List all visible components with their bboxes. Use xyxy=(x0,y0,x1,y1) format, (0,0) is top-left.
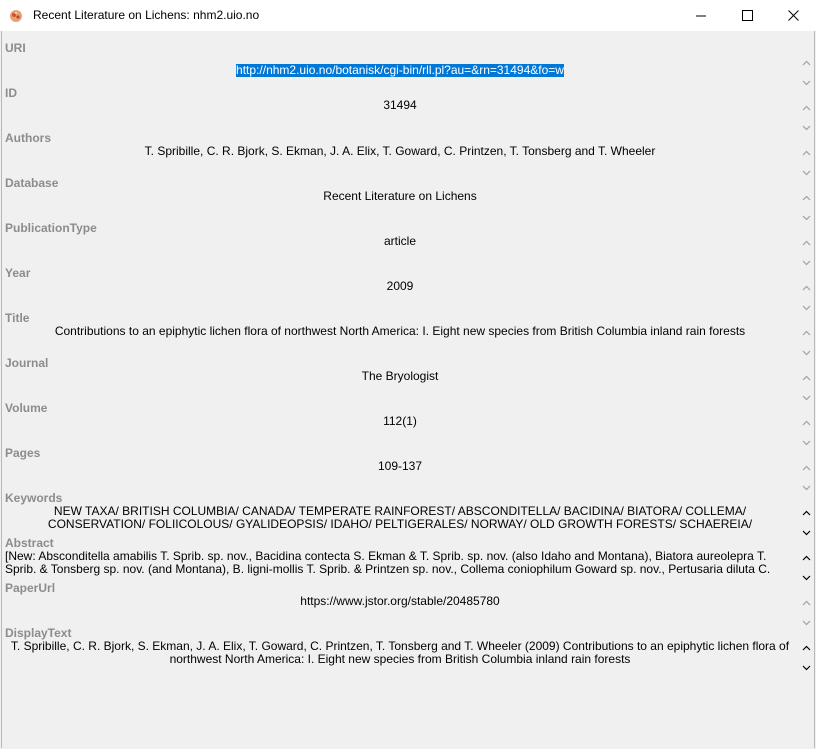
scroll-spinner[interactable] xyxy=(800,195,812,221)
field-keywords: Keywords NEW TAXA/ BRITISH COLUMBIA/ CAN… xyxy=(2,491,816,536)
field-label: URI xyxy=(5,41,26,55)
field-value[interactable]: 2009 xyxy=(5,280,795,293)
field-publication-type: PublicationType article xyxy=(2,221,816,266)
minimize-button[interactable] xyxy=(678,0,724,31)
field-value[interactable]: https://www.jstor.org/stable/20485780 xyxy=(5,595,795,608)
chevron-up-icon xyxy=(802,150,810,156)
field-value[interactable]: Contributions to an epiphytic lichen flo… xyxy=(5,325,795,338)
close-icon xyxy=(787,10,799,21)
chevron-up-icon xyxy=(802,600,810,606)
selected-text: http://nhm2.uio.no/botanisk/cgi-bin/rll.… xyxy=(236,64,564,77)
field-label: Keywords xyxy=(5,491,63,505)
minimize-icon xyxy=(695,15,706,17)
field-label: Database xyxy=(5,176,59,190)
field-value[interactable]: T. Spribille, C. R. Bjork, S. Ekman, J. … xyxy=(5,640,795,666)
field-value[interactable]: 109-137 xyxy=(5,460,795,473)
scroll-spinner[interactable] xyxy=(800,285,812,311)
field-label: Title xyxy=(5,311,30,325)
scroll-spinner[interactable] xyxy=(800,105,812,131)
field-label: PaperUrl xyxy=(5,581,56,595)
field-id: ID 31494 xyxy=(2,86,816,131)
field-value[interactable]: http://nhm2.uio.no/botanisk/cgi-bin/rll.… xyxy=(5,64,795,77)
chevron-up-icon xyxy=(802,555,810,561)
field-pages: Pages 109-137 xyxy=(2,446,816,491)
chevron-up-icon xyxy=(802,375,810,381)
field-label: DisplayText xyxy=(5,626,72,640)
chevron-up-icon xyxy=(802,105,810,111)
chevron-up-icon xyxy=(802,195,810,201)
field-abstract: Abstract [New: Absconditella amabilis T.… xyxy=(2,536,816,581)
field-label: Pages xyxy=(5,446,41,460)
field-database: Database Recent Literature on Lichens xyxy=(2,176,816,221)
field-title: Title Contributions to an epiphytic lich… xyxy=(2,311,816,356)
field-label: Volume xyxy=(5,401,48,415)
chevron-up-icon xyxy=(802,510,810,516)
field-label: ID xyxy=(5,86,17,100)
field-label: Year xyxy=(5,266,31,280)
close-button[interactable] xyxy=(770,0,816,31)
field-paper-url: PaperUrl https://www.jstor.org/stable/20… xyxy=(2,581,816,626)
field-value[interactable]: Recent Literature on Lichens xyxy=(5,190,795,203)
maximize-button[interactable] xyxy=(724,0,770,31)
field-authors: Authors T. Spribille, C. R. Bjork, S. Ek… xyxy=(2,131,816,176)
scroll-spinner[interactable] xyxy=(800,645,812,671)
field-label: Abstract xyxy=(5,536,54,550)
chevron-up-icon xyxy=(802,645,810,651)
field-label: Authors xyxy=(5,131,51,145)
scroll-spinner[interactable] xyxy=(800,240,812,266)
app-icon xyxy=(10,10,22,22)
field-label: Journal xyxy=(5,356,49,370)
chevron-up-icon xyxy=(802,465,810,471)
field-display-text: DisplayText T. Spribille, C. R. Bjork, S… xyxy=(2,626,816,671)
maximize-icon xyxy=(741,10,753,21)
field-value[interactable]: 31494 xyxy=(5,99,795,112)
scroll-spinner[interactable] xyxy=(800,150,812,176)
scroll-spinner[interactable] xyxy=(800,465,812,491)
field-uri: URI http://nhm2.uio.no/botanisk/cgi-bin/… xyxy=(2,41,816,86)
record-detail-panel: URI http://nhm2.uio.no/botanisk/cgi-bin/… xyxy=(1,31,815,748)
field-value[interactable]: [New: Absconditella amabilis T. Sprib. s… xyxy=(5,550,795,576)
scroll-spinner[interactable] xyxy=(800,375,812,401)
chevron-up-icon xyxy=(802,285,810,291)
scroll-spinner[interactable] xyxy=(800,555,812,581)
field-journal: Journal The Bryologist xyxy=(2,356,816,401)
chevron-up-icon xyxy=(802,60,810,66)
field-value[interactable]: The Bryologist xyxy=(5,370,795,383)
scroll-spinner[interactable] xyxy=(800,600,812,626)
field-value[interactable]: NEW TAXA/ BRITISH COLUMBIA/ CANADA/ TEMP… xyxy=(5,505,795,531)
chevron-up-icon xyxy=(802,240,810,246)
field-value[interactable]: 112(1) xyxy=(5,415,795,428)
field-value[interactable]: T. Spribille, C. R. Bjork, S. Ekman, J. … xyxy=(5,145,795,158)
chevron-down-icon xyxy=(802,665,810,671)
chevron-up-icon xyxy=(802,420,810,426)
scroll-spinner[interactable] xyxy=(800,60,812,86)
scroll-spinner[interactable] xyxy=(800,510,812,536)
field-value[interactable]: article xyxy=(5,235,795,248)
field-label: PublicationType xyxy=(5,221,97,235)
field-year: Year 2009 xyxy=(2,266,816,311)
scroll-spinner[interactable] xyxy=(800,420,812,446)
scroll-spinner[interactable] xyxy=(800,330,812,356)
chevron-up-icon xyxy=(802,330,810,336)
window-title: Recent Literature on Lichens: nhm2.uio.n… xyxy=(33,8,260,22)
field-volume: Volume 112(1) xyxy=(2,401,816,446)
title-bar: Recent Literature on Lichens: nhm2.uio.n… xyxy=(0,0,816,31)
